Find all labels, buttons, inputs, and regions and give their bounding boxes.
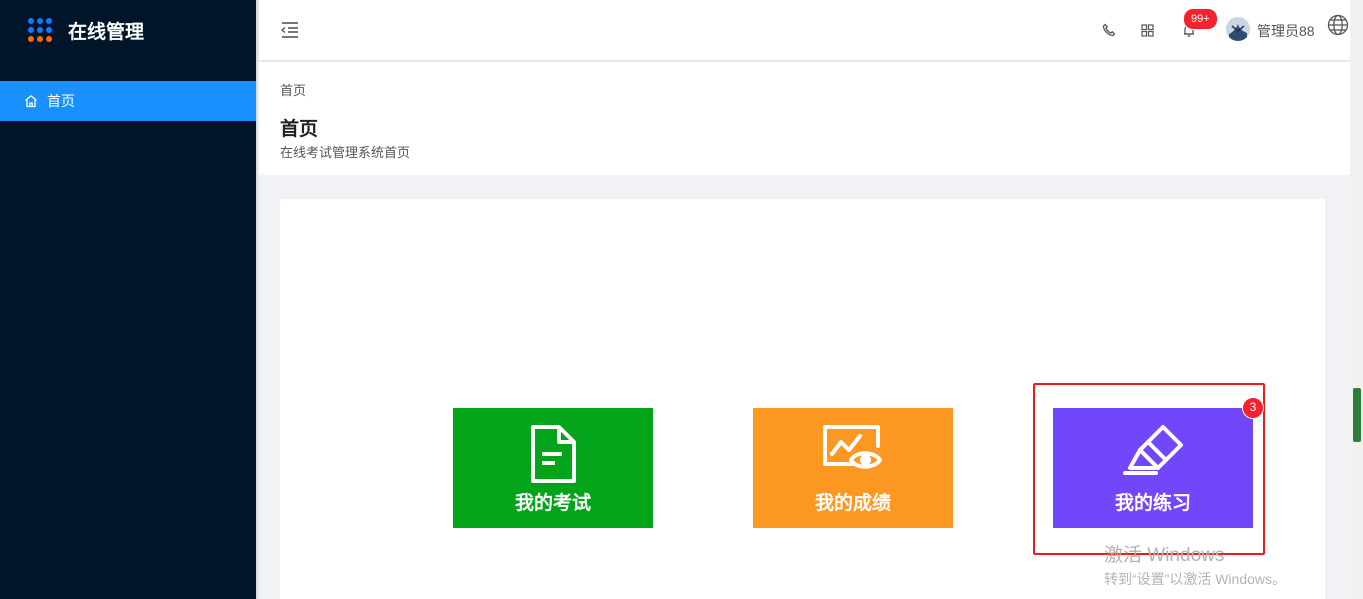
page-scrollbar[interactable]	[1350, 0, 1363, 599]
document-icon	[531, 425, 576, 483]
logo-dot	[28, 18, 34, 24]
my-score-tile[interactable]: 我的成绩	[753, 408, 953, 528]
sidebar-item-home[interactable]: 首页	[0, 81, 256, 121]
phone-icon[interactable]	[1099, 20, 1119, 40]
sidebar: 在线管理 首页	[0, 0, 256, 599]
logo-dot	[37, 36, 43, 42]
page-subtitle: 在线考试管理系统首页	[280, 145, 411, 160]
avatar[interactable]	[1226, 17, 1250, 41]
brand-title: 在线管理	[68, 20, 145, 43]
chart-eye-icon	[823, 425, 882, 469]
tile-label: 我的考试	[514, 492, 591, 514]
menu-fold-icon[interactable]	[279, 20, 301, 40]
breadcrumb[interactable]: 首页	[280, 80, 306, 99]
notification-badge: 99+	[1183, 8, 1218, 30]
sidebar-menu: 首页	[0, 81, 256, 121]
username[interactable]: 管理员88	[1257, 21, 1315, 41]
home-icon	[25, 94, 37, 108]
logo-dot	[46, 27, 52, 33]
grid-icon[interactable]	[1137, 20, 1157, 40]
my-exam-tile[interactable]: 我的考试	[453, 408, 653, 528]
highlight-annotation-box	[1033, 383, 1265, 555]
main-content: 我的考试 我的成绩 我的练习 3	[280, 199, 1325, 599]
logo-dot	[46, 18, 52, 24]
logo-dot	[37, 27, 43, 33]
page-header: 首页 首页 在线考试管理系统首页	[259, 62, 1350, 175]
scrollbar-thumb[interactable]	[1353, 388, 1361, 442]
logo-dot	[46, 36, 52, 42]
brand[interactable]: 在线管理	[0, 0, 256, 60]
top-header: 99+ 管理员88	[259, 0, 1350, 60]
logo-dot	[37, 18, 43, 24]
sidebar-item-label: 首页	[47, 93, 75, 109]
logo-grid-icon	[28, 18, 52, 42]
tile-label: 我的成绩	[814, 492, 891, 514]
page-title: 首页	[280, 118, 319, 140]
globe-icon[interactable]	[1327, 14, 1349, 41]
practice-count-badge: 3	[1242, 397, 1264, 419]
logo-dot	[28, 36, 34, 42]
logo-dot	[28, 27, 34, 33]
